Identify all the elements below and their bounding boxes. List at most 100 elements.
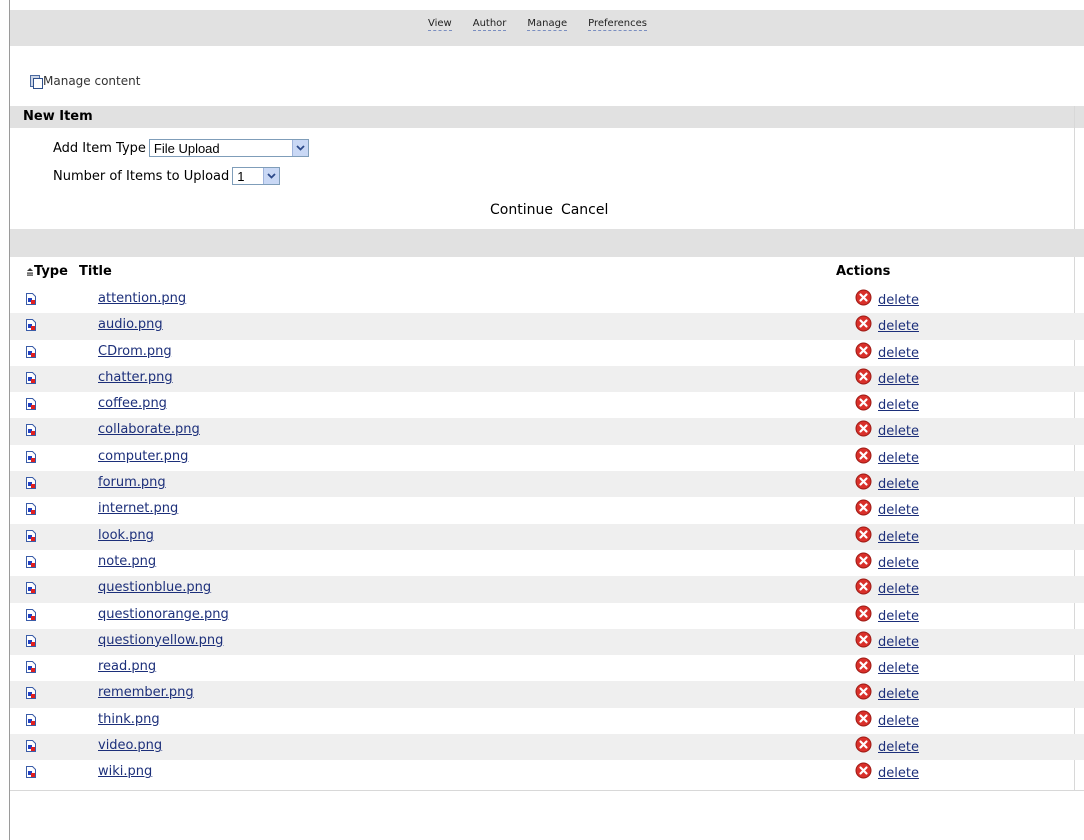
file-title-link[interactable]: CDrom.png (98, 344, 172, 359)
nav-preferences-link[interactable]: Preferences (588, 18, 647, 31)
delete-icon[interactable] (855, 605, 872, 622)
file-title-link[interactable]: computer.png (98, 449, 188, 464)
file-title-link[interactable]: video.png (98, 738, 162, 753)
file-title-link[interactable]: questionyellow.png (98, 633, 223, 648)
delete-link[interactable]: delete (878, 346, 919, 361)
image-file-icon (26, 608, 36, 621)
file-title-link[interactable]: wiki.png (98, 764, 152, 779)
nav-view-link[interactable]: View (428, 18, 452, 31)
delete-icon[interactable] (855, 710, 872, 727)
delete-icon[interactable] (855, 631, 872, 648)
delete-link[interactable]: delete (878, 477, 919, 492)
table-row: forum.png delete (10, 471, 1084, 498)
image-file-icon (26, 555, 36, 568)
delete-link[interactable]: delete (878, 530, 919, 545)
file-title-link[interactable]: questionblue.png (98, 580, 211, 595)
delete-icon[interactable] (855, 473, 872, 490)
delete-link[interactable]: delete (878, 424, 919, 439)
delete-icon[interactable] (855, 342, 872, 359)
nav-manage-link[interactable]: Manage (527, 18, 568, 31)
delete-icon[interactable] (855, 736, 872, 753)
delete-icon[interactable] (855, 578, 872, 595)
file-title-link[interactable]: coffee.png (98, 396, 167, 411)
file-title-link[interactable]: collaborate.png (98, 422, 200, 437)
delete-link[interactable]: delete (878, 319, 919, 334)
file-title-link[interactable]: attention.png (98, 291, 186, 306)
delete-icon[interactable] (855, 526, 872, 543)
table-row: wiki.png delete (10, 760, 1084, 786)
file-title-link[interactable]: audio.png (98, 317, 163, 332)
delete-link[interactable]: delete (878, 372, 919, 387)
file-title-link[interactable]: note.png (98, 554, 156, 569)
delete-link[interactable]: delete (878, 687, 919, 702)
cancel-button[interactable]: Cancel (561, 202, 608, 218)
continue-button[interactable]: Continue (490, 202, 553, 218)
image-file-icon (26, 740, 36, 753)
form-buttons: Continue Cancel (490, 202, 608, 218)
table-row: internet.png delete (10, 497, 1084, 523)
image-file-icon (26, 661, 36, 674)
image-file-icon (26, 371, 36, 384)
file-title-link[interactable]: read.png (98, 659, 156, 674)
delete-link[interactable]: delete (878, 714, 919, 729)
delete-icon[interactable] (855, 552, 872, 569)
file-title-link[interactable]: chatter.png (98, 370, 173, 385)
delete-icon[interactable] (855, 683, 872, 700)
delete-link[interactable]: delete (878, 635, 919, 650)
chevron-down-icon[interactable] (291, 140, 308, 156)
table-row: think.png delete (10, 708, 1084, 734)
add-item-type-label: Add Item Type (53, 140, 146, 156)
image-file-icon (26, 319, 36, 332)
delete-icon[interactable] (855, 420, 872, 437)
delete-link[interactable]: delete (878, 609, 919, 624)
number-of-items-select[interactable]: 1 (232, 167, 281, 185)
delete-icon[interactable] (855, 657, 872, 674)
delete-icon[interactable] (855, 315, 872, 332)
file-title-link[interactable]: look.png (98, 528, 154, 543)
add-item-type-select[interactable]: File Upload (148, 139, 309, 157)
delete-icon[interactable] (855, 762, 872, 779)
table-row: questionyellow.png delete (10, 628, 1084, 656)
table-row: read.png delete (10, 655, 1084, 681)
table-row: questionorange.png delete (10, 603, 1084, 629)
delete-link[interactable]: delete (878, 556, 919, 571)
file-title-link[interactable]: remember.png (98, 685, 194, 700)
delete-icon[interactable] (855, 289, 872, 306)
delete-link[interactable]: delete (878, 451, 919, 466)
table-row: remember.png delete (10, 681, 1084, 708)
delete-icon[interactable] (855, 499, 872, 516)
delete-link[interactable]: delete (878, 661, 919, 676)
top-nav-links: View Author Manage Preferences (428, 18, 647, 31)
delete-link[interactable]: delete (878, 398, 919, 413)
image-file-icon (26, 766, 36, 779)
file-title-link[interactable]: internet.png (98, 501, 178, 516)
image-file-icon (26, 293, 36, 305)
image-file-icon (26, 582, 36, 595)
delete-link[interactable]: delete (878, 582, 919, 597)
new-item-title: New Item (23, 109, 93, 124)
delete-icon[interactable] (855, 447, 872, 464)
title-column-header[interactable]: Title (79, 264, 112, 279)
table-row: look.png delete (10, 523, 1084, 550)
table-row: video.png delete (10, 734, 1084, 761)
delete-icon[interactable] (855, 394, 872, 411)
chevron-down-icon[interactable] (263, 168, 280, 184)
image-file-icon (26, 477, 36, 490)
delete-icon[interactable] (855, 368, 872, 385)
file-title-link[interactable]: think.png (98, 712, 160, 727)
delete-link[interactable]: delete (878, 766, 919, 781)
add-item-type-row: Add Item Type File Upload (53, 139, 309, 157)
table-row: chatter.png delete (10, 365, 1084, 393)
delete-link[interactable]: delete (878, 740, 919, 755)
file-title-link[interactable]: forum.png (98, 475, 166, 490)
table-row: computer.png delete (10, 445, 1084, 471)
delete-link[interactable]: delete (878, 293, 919, 308)
delete-link[interactable]: delete (878, 503, 919, 518)
image-file-icon (26, 424, 36, 437)
section-divider-bar (10, 229, 1084, 257)
table-row: coffee.png delete (10, 392, 1084, 418)
nav-author-link[interactable]: Author (472, 18, 507, 31)
image-file-icon (26, 713, 36, 726)
file-title-link[interactable]: questionorange.png (98, 607, 229, 622)
type-column-header[interactable]: Type (26, 264, 68, 279)
